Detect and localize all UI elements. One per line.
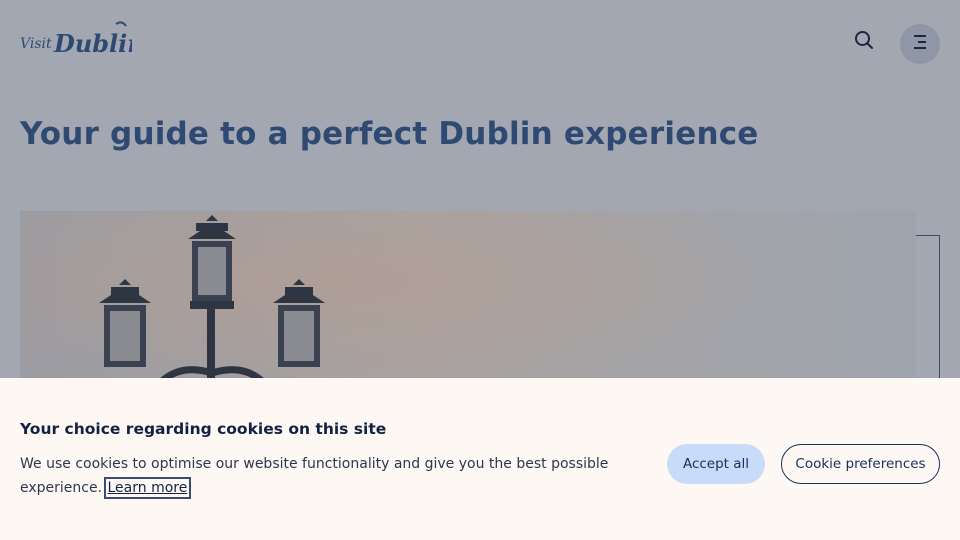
search-icon (854, 30, 874, 55)
menu-icon (911, 34, 929, 55)
svg-text:Visit: Visit (20, 36, 52, 52)
cookie-preferences-button[interactable]: Cookie preferences (781, 444, 940, 484)
cookie-banner-title: Your choice regarding cookies on this si… (20, 420, 387, 438)
page-title: Your guide to a perfect Dublin experienc… (20, 116, 759, 152)
visit-dublin-logo[interactable]: Visit Dublin (20, 18, 145, 66)
svg-text:Dublin: Dublin (53, 29, 132, 58)
learn-more-link[interactable]: Learn more (103, 477, 192, 499)
search-button[interactable] (846, 24, 882, 60)
cookie-banner-text: We use cookies to optimise our website f… (20, 452, 630, 500)
cookie-banner: Your choice regarding cookies on this si… (0, 378, 960, 540)
menu-button[interactable] (900, 24, 940, 64)
accept-all-button[interactable]: Accept all (667, 444, 765, 484)
site-header: Visit Dublin (0, 0, 960, 88)
